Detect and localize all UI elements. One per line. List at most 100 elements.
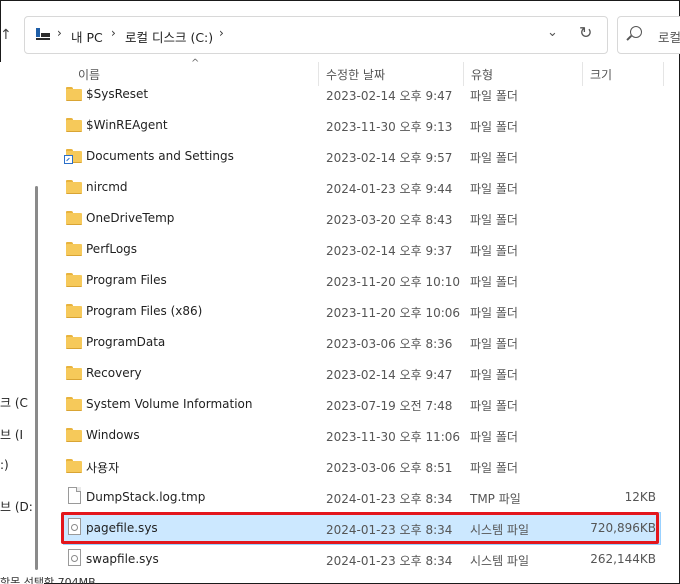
nav-item-drive-i[interactable]: 브 (I — [0, 426, 33, 443]
file-row[interactable]: 사용자 2023-03-06 오후 8:51 파일 폴더 — [64, 451, 660, 482]
file-row[interactable]: Documents and Settings 2023-02-14 오후 9:57… — [64, 141, 660, 172]
chevron-right-icon[interactable]: › — [219, 26, 224, 40]
file-date: 2024-01-23 오후 8:34 — [326, 492, 453, 506]
file-name: Program Files — [86, 273, 167, 287]
file-type: 파일 폴더 — [470, 368, 518, 382]
file-date: 2023-07-19 오전 7:48 — [326, 399, 453, 413]
file-date: 2023-11-30 오후 11:06 — [326, 430, 461, 444]
file-date: 2023-03-20 오후 8:43 — [326, 213, 453, 227]
file-row[interactable]: ProgramData 2023-03-06 오후 8:36 파일 폴더 — [64, 327, 660, 358]
file-name: Program Files (x86) — [86, 304, 203, 318]
file-row[interactable]: $SysReset 2023-02-14 오후 9:47 파일 폴더 — [64, 79, 660, 110]
file-row[interactable]: OneDriveTemp 2023-03-20 오후 8:43 파일 폴더 — [64, 203, 660, 234]
file-name: OneDriveTemp — [86, 211, 175, 225]
file-row[interactable]: Program Files 2023-11-20 오후 10:10 파일 폴더 — [64, 265, 660, 296]
file-row[interactable]: Windows 2023-11-30 오후 11:06 파일 폴더 — [64, 420, 660, 451]
folder-icon — [66, 118, 82, 132]
file-date: 2024-01-23 오후 9:44 — [326, 182, 453, 196]
file-date: 2023-11-30 오후 9:13 — [326, 120, 453, 134]
search-icon — [630, 26, 642, 38]
sort-ascending-icon: ^ — [191, 58, 200, 69]
file-name: Windows — [86, 428, 140, 442]
folder-icon — [66, 273, 82, 287]
file-size: 12KB — [624, 490, 656, 504]
file-date: 2023-02-14 오후 9:47 — [326, 368, 453, 382]
file-row[interactable]: pagefile.sys 2024-01-23 오후 8:34 시스템 파일 720,… — [63, 512, 661, 545]
folder-icon — [66, 180, 82, 194]
file-type: 파일 폴더 — [470, 182, 518, 196]
file-type: 파일 폴더 — [470, 306, 518, 320]
file-date: 2023-11-20 오후 10:06 — [326, 306, 461, 320]
breadcrumb-this-pc[interactable]: 내 PC — [71, 27, 103, 46]
file-row[interactable]: swapfile.sys 2024-01-23 오후 8:34 시스템 파일 262,… — [64, 544, 660, 575]
up-arrow-icon[interactable]: ↑ — [0, 27, 12, 43]
file-icon — [68, 487, 81, 504]
file-row[interactable]: PerfLogs 2023-02-14 오후 9:37 파일 폴더 — [64, 234, 660, 265]
file-date: 2023-03-06 오후 8:51 — [326, 461, 453, 475]
file-type: 시스템 파일 — [470, 523, 530, 537]
folder-icon — [66, 366, 82, 380]
file-row[interactable]: Program Files (x86) 2023-11-20 오후 10:06 파일… — [64, 296, 660, 327]
file-row[interactable]: System Volume Information 2023-07-19 오전 7… — [64, 389, 660, 420]
file-name: ProgramData — [86, 335, 166, 349]
file-name: DumpStack.log.tmp — [86, 490, 206, 504]
this-pc-icon[interactable] — [36, 28, 50, 40]
file-type: 시스템 파일 — [470, 554, 530, 568]
navigation-scrollbar[interactable] — [35, 186, 38, 570]
file-type: 파일 폴더 — [470, 120, 518, 134]
file-type: 파일 폴더 — [470, 213, 518, 227]
status-bar-text: 항목 선택함 704MB — [0, 576, 96, 584]
folder-icon — [66, 428, 82, 442]
nav-item-drive-d[interactable]: 브 (D: — [0, 498, 33, 515]
folder-icon — [66, 459, 82, 473]
folder-icon — [66, 304, 82, 318]
file-row[interactable]: nircmd 2024-01-23 오후 9:44 파일 폴더 — [64, 172, 660, 203]
nav-item-drive[interactable]: :) — [0, 458, 33, 472]
file-date: 2023-11-20 오후 10:10 — [326, 275, 461, 289]
file-type: 파일 폴더 — [470, 430, 518, 444]
file-name: nircmd — [86, 180, 128, 194]
folder-icon — [66, 335, 82, 349]
file-type: 파일 폴더 — [470, 399, 518, 413]
system-file-icon — [68, 518, 81, 535]
search-placeholder: 로컬 — [658, 30, 680, 45]
file-date: 2024-01-23 오후 8:34 — [326, 554, 453, 568]
file-date: 2024-01-23 오후 8:34 — [326, 523, 453, 537]
file-type: TMP 파일 — [470, 492, 521, 506]
folder-shortcut-icon — [64, 149, 82, 164]
file-type: 파일 폴더 — [470, 337, 518, 351]
file-size: 262,144KB — [590, 552, 656, 566]
file-row[interactable]: DumpStack.log.tmp 2024-01-23 오후 8:34 TMP 파… — [64, 482, 660, 513]
file-row[interactable]: Recovery 2023-02-14 오후 9:47 파일 폴더 — [64, 358, 660, 389]
chevron-right-icon[interactable]: › — [111, 26, 116, 40]
file-type: 파일 폴더 — [470, 89, 518, 103]
chevron-right-icon[interactable]: › — [57, 26, 62, 40]
file-name: Recovery — [86, 366, 142, 380]
file-date: 2023-02-14 오후 9:57 — [326, 151, 453, 165]
file-size: 720,896KB — [590, 521, 656, 535]
folder-icon — [66, 211, 82, 225]
folder-icon — [66, 87, 82, 101]
file-type: 파일 폴더 — [470, 275, 518, 289]
file-name: pagefile.sys — [86, 521, 158, 535]
file-type: 파일 폴더 — [470, 244, 518, 258]
column-divider[interactable] — [663, 62, 664, 86]
folder-icon — [66, 397, 82, 411]
address-bar[interactable]: › 내 PC › 로컬 디스크 (C:) › ⌄ ↻ — [24, 16, 608, 54]
file-date: 2023-02-14 오후 9:47 — [326, 89, 453, 103]
file-name: Documents and Settings — [86, 149, 234, 163]
file-name: PerfLogs — [86, 242, 138, 256]
chevron-down-icon[interactable]: ⌄ — [547, 25, 558, 40]
file-name: 사용자 — [86, 461, 120, 475]
refresh-icon[interactable]: ↻ — [579, 23, 592, 42]
file-date: 2023-02-14 오후 9:37 — [326, 244, 453, 258]
file-name: $SysReset — [86, 87, 149, 101]
file-row[interactable]: $WinREAgent 2023-11-30 오후 9:13 파일 폴더 — [64, 110, 660, 141]
search-box[interactable]: 로컬 — [617, 16, 680, 54]
file-type: 파일 폴더 — [470, 151, 518, 165]
file-name: System Volume Information — [86, 397, 253, 411]
system-file-icon — [68, 549, 81, 566]
file-name: $WinREAgent — [86, 118, 168, 132]
breadcrumb-local-disk-c[interactable]: 로컬 디스크 (C:) — [125, 27, 213, 46]
nav-item-local-disk-c[interactable]: 크 (C — [0, 394, 33, 411]
